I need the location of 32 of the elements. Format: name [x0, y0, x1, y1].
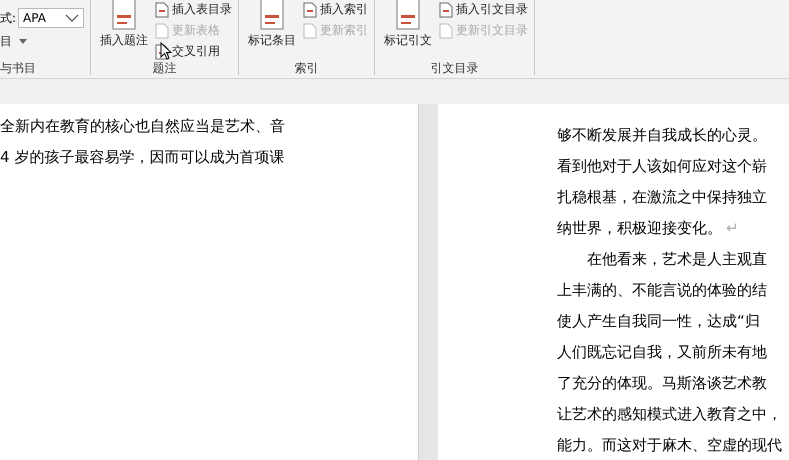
- text-line: 了充分的体现。马斯洛谈艺术教: [557, 373, 768, 394]
- chevron-icon: [65, 14, 79, 22]
- ribbon-button[interactable]: 标记引文: [381, 0, 435, 61]
- group-label: 索引: [294, 61, 320, 75]
- group-label: 题注: [152, 61, 178, 75]
- page-icon: [155, 22, 169, 38]
- text-line: 纳世界，积极迎接变化。 ↵: [557, 218, 740, 239]
- group-label: 引文目录: [430, 61, 480, 75]
- text-line: 让艺术的感知模式进入教育之中，: [557, 404, 783, 425]
- group-label: 与书目: [0, 61, 37, 75]
- text-line: 使人产生自我同一性，达成“归: [557, 311, 761, 332]
- style-dropdown[interactable]: APA: [18, 8, 84, 28]
- text-line: 看到他对于人该如何应对这个崭: [557, 156, 768, 177]
- ribbon-button[interactable]: 插入索引: [303, 0, 368, 19]
- caret-icon: [19, 39, 27, 44]
- ribbon-button[interactable]: 插入题注: [97, 0, 151, 61]
- text-line: 4 岁的孩子最容易学，因而可以成为首项课: [0, 147, 286, 168]
- text-line: 人们既忘记自我，又前所未有地: [557, 342, 768, 363]
- ribbon-button[interactable]: 标记条目: [245, 0, 299, 61]
- text-line: 全新内在教育的核心也自然应当是艺术、音: [0, 116, 286, 137]
- page-icon: [303, 22, 317, 38]
- text-line: 扎稳根基，在激流之中保持独立: [557, 187, 768, 208]
- mouse-cursor-icon: [160, 42, 172, 60]
- text-line: 够不断发展并自我成长的心灵。: [557, 125, 768, 146]
- text-line: 在他看来，艺术是人主观直: [586, 249, 768, 270]
- text-line: 能力。而这对于麻木、空虚的现代: [557, 435, 783, 456]
- ribbon-button[interactable]: 插入表目录: [155, 0, 232, 19]
- text-line: 上丰满的、不能言说的体验的结: [557, 280, 768, 301]
- style-label: 式:: [0, 10, 16, 26]
- ribbon-button[interactable]: 插入引文目录: [439, 0, 528, 19]
- bibliography-button[interactable]: 目: [0, 32, 84, 51]
- page-icon: [439, 22, 453, 38]
